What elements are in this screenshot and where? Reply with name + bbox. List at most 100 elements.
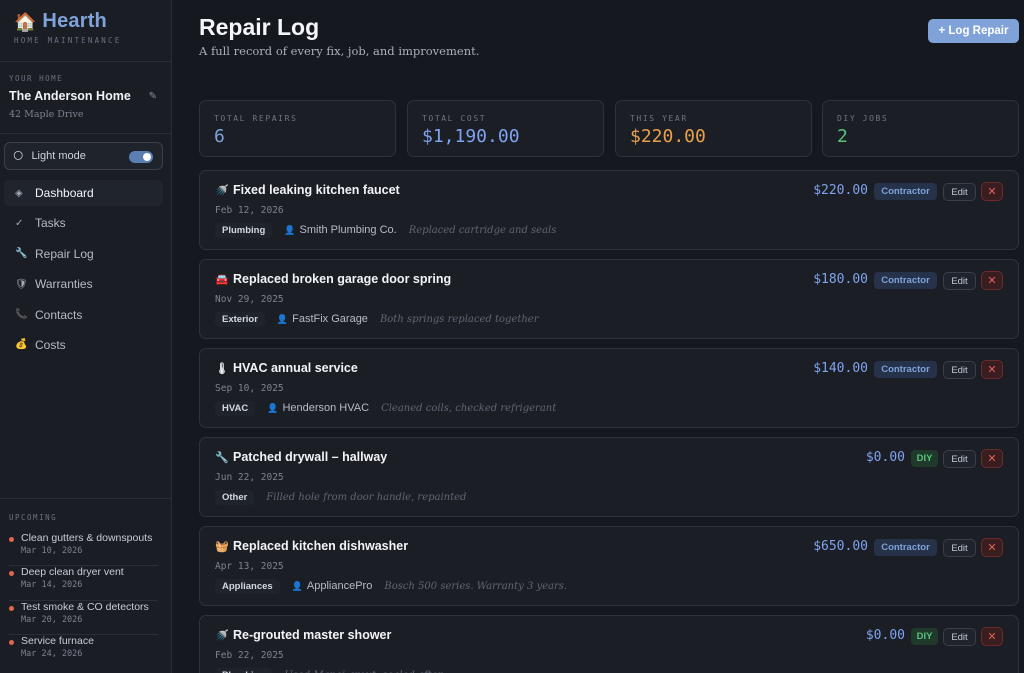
contractor-label: Henderson HVAC (282, 402, 370, 414)
category-chip: Other (215, 489, 255, 505)
nav-item-label: Repair Log (35, 246, 94, 261)
delete-icon[interactable]: ✕ (981, 360, 1003, 379)
edit-button[interactable]: Edit (943, 272, 976, 290)
repair-amount: $140.00 (813, 361, 868, 376)
nav-item-costs[interactable]: 💰 Costs (4, 332, 163, 358)
repair-amount: $220.00 (813, 183, 868, 198)
repair-title-text: Replaced kitchen dishwasher (233, 539, 409, 553)
repair-title: 🚿 Re-grouted master shower (215, 628, 391, 642)
delete-icon[interactable]: ✕ (981, 449, 1003, 468)
home-label: YOUR HOME (9, 74, 64, 83)
repair-amount: $0.00 (865, 628, 905, 643)
category-chip: Appliances (215, 578, 280, 594)
brand-name[interactable]: Hearth (42, 10, 107, 33)
upcoming-item[interactable]: Clean gutters & downspouts Mar 10, 2026 (9, 532, 158, 567)
nav-item-label: Warranties (35, 277, 93, 292)
status-dot (9, 571, 14, 577)
nav-item-dashboard[interactable]: ◈ Dashboard (4, 180, 163, 206)
stat-label: TOTAL REPAIRS (214, 114, 298, 123)
contractor-name: 👤 Smith Plumbing Co. (284, 224, 396, 236)
repair-note: Filled hole from door handle, repainted (266, 491, 467, 503)
status-dot (9, 605, 14, 611)
nav-item-warranties[interactable]: 🛡 Warranties (4, 271, 163, 297)
repair-note: Both springs replaced together (379, 313, 539, 325)
stat-value: $1,190.00 (422, 126, 520, 147)
category-chip: Plumbing (215, 667, 273, 673)
upcoming-title: Deep clean dryer vent (21, 566, 124, 579)
repair-title-text: Fixed leaking kitchen faucet (233, 183, 400, 197)
repair-amount: $650.00 (813, 539, 868, 554)
category-icon: 🚘 (215, 273, 229, 286)
upcoming-list: Clean gutters & downspouts Mar 10, 2026 De… (9, 532, 163, 669)
repair-card: 🔧 Patched drywall – hallway Jun 22, 2025 Ot… (199, 437, 1019, 517)
repair-title-text: HVAC annual service (233, 361, 358, 375)
nav-item-label: Tasks (35, 216, 66, 231)
status-dot (9, 537, 14, 542)
stat-card: THIS YEAR $220.00 (615, 100, 812, 157)
light-mode-switch[interactable] (129, 151, 153, 163)
delete-icon[interactable]: ✕ (981, 538, 1003, 557)
repair-date: Feb 22, 2025 (215, 650, 284, 661)
edit-button[interactable]: Edit (943, 628, 976, 646)
house-icon: 🏠 (14, 11, 37, 32)
tasks-icon: ✓ (15, 217, 24, 229)
brand: 🏠 Hearth HOME MAINTENANCE (0, 0, 171, 62)
repair-meta: HVAC 👤 Henderson HVAC Cleaned coils, checke… (215, 400, 556, 416)
upcoming-item[interactable]: Service furnace Mar 24, 2026 (9, 635, 158, 669)
edit-button[interactable]: Edit (943, 183, 976, 201)
person-icon: 👤 (284, 224, 296, 235)
upcoming-item[interactable]: Deep clean dryer vent Mar 14, 2026 (9, 566, 158, 601)
stat-label: THIS YEAR (630, 114, 688, 123)
upcoming-item[interactable]: Test smoke & CO detectors Mar 20, 2026 (9, 601, 158, 635)
upcoming-label: UPCOMING (9, 513, 58, 522)
delete-icon[interactable]: ✕ (981, 182, 1003, 201)
contractor-badge: Contractor (874, 272, 937, 289)
repair-title: 🧺 Replaced kitchen dishwasher (215, 539, 408, 553)
contractor-name: 👤 Henderson HVAC (267, 402, 369, 414)
stat-value: 6 (214, 126, 225, 147)
category-chip: Exterior (215, 311, 265, 327)
repair-log-icon: 🔧 (15, 248, 28, 260)
delete-icon[interactable]: ✕ (981, 627, 1003, 646)
contractor-label: Smith Plumbing Co. (299, 224, 397, 236)
person-icon: 👤 (267, 402, 279, 413)
stat-card: DIY JOBS 2 (822, 100, 1019, 157)
repair-card: 🌡 HVAC annual service Sep 10, 2025 HVAC 👤 Hen… (199, 348, 1019, 428)
dashboard-icon: ◈ (15, 187, 23, 199)
repair-card: 🚿 Re-grouted master shower Feb 22, 2025 Plu… (199, 615, 1019, 673)
contractor-name: 👤 AppliancePro (292, 580, 373, 592)
repair-card: 🚘 Replaced broken garage door spring Nov 2… (199, 259, 1019, 339)
delete-icon[interactable]: ✕ (981, 271, 1003, 290)
repair-title: 🚿 Fixed leaking kitchen faucet (215, 183, 400, 197)
upcoming-date: Mar 20, 2026 (21, 614, 83, 625)
edit-button[interactable]: Edit (943, 361, 976, 379)
contractor-label: FastFix Garage (292, 313, 368, 325)
edit-button[interactable]: Edit (943, 450, 976, 468)
contractor-badge: Contractor (874, 539, 937, 556)
home-address: 42 Maple Drive (9, 109, 84, 120)
upcoming-date: Mar 24, 2026 (21, 648, 83, 659)
stat-label: TOTAL COST (422, 114, 487, 123)
stat-card: TOTAL COST $1,190.00 (407, 100, 604, 157)
nav-item-repair-log[interactable]: 🔧 Repair Log (4, 241, 163, 267)
light-mode-toggle-row[interactable]: 🌕 Light mode (4, 142, 163, 170)
main-nav: ◈ Dashboard ✓ Tasks 🔧 Repair Log 🛡 Warranties 📞 C… (0, 180, 171, 358)
repair-title: 🚘 Replaced broken garage door spring (215, 272, 451, 286)
category-icon: 🔧 (215, 451, 229, 464)
toggle-knob (143, 153, 151, 161)
edit-home-icon[interactable]: ✎ (149, 91, 157, 102)
log-repair-button[interactable]: + Log Repair (928, 19, 1019, 43)
warranties-icon: 🛡 (15, 278, 28, 290)
nav-item-label: Costs (35, 337, 66, 352)
upcoming-date: Mar 10, 2026 (21, 546, 83, 556)
category-icon: 🌡 (215, 362, 229, 375)
edit-button[interactable]: Edit (943, 539, 976, 557)
upcoming-panel: UPCOMING Clean gutters & downspouts Mar 1… (0, 498, 172, 669)
nav-item-tasks[interactable]: ✓ Tasks (4, 210, 163, 236)
status-dot (9, 639, 14, 645)
category-chip: HVAC (215, 400, 256, 416)
upcoming-date: Mar 14, 2026 (21, 580, 83, 591)
nav-item-contacts[interactable]: 📞 Contacts (4, 302, 163, 328)
main-content: Repair Log A full record of every fix, j… (172, 0, 1024, 673)
repair-note: Used Mapei grout, sealed after (284, 670, 442, 673)
